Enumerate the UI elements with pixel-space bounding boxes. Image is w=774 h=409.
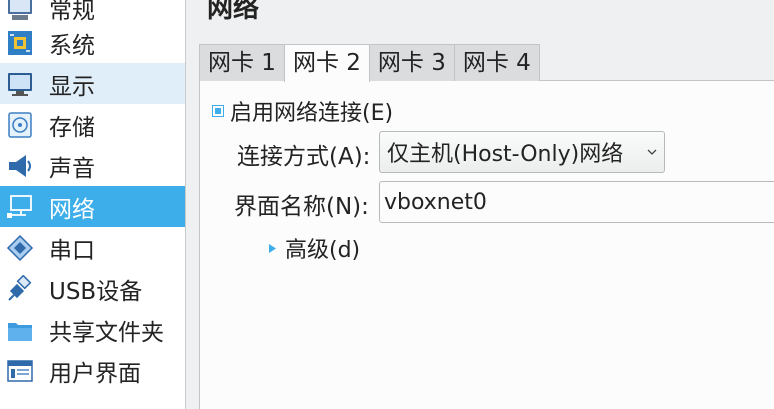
sidebar-item-label: USB设备 [49, 278, 143, 305]
system-chip-icon [5, 28, 35, 58]
attached-to-label: 连接方式(A): [237, 144, 371, 170]
sidebar-item-serial-port[interactable]: 串口 [0, 227, 185, 268]
sidebar-item-usb[interactable]: USB设备 [0, 268, 185, 309]
sidebar-item-label: 声音 [49, 155, 95, 182]
interface-name-field[interactable]: vboxnet0 [379, 181, 774, 223]
sidebar-item-label: 共享文件夹 [49, 319, 164, 346]
sidebar-item-label: 显示 [49, 73, 95, 100]
user-interface-icon [5, 356, 35, 386]
general-icon [5, 0, 35, 23]
sidebar-item-label: 存储 [49, 114, 95, 141]
sidebar-item-audio[interactable]: 声音 [0, 145, 185, 186]
network-settings-panel: 网络 网卡 1 网卡 2 网卡 3 网卡 4 启用网络连接(E) 连接方式(A)… [187, 0, 774, 409]
sidebar-item-label: 串口 [49, 237, 95, 264]
enable-network-adapter-label: 启用网络连接(E) [230, 101, 394, 126]
tab-adapter-1[interactable]: 网卡 1 [199, 44, 285, 81]
adapter-tabs: 网卡 1 网卡 2 网卡 3 网卡 4 [199, 44, 540, 82]
attached-to-select[interactable]: 仅主机(Host-Only)网络 [379, 131, 665, 173]
sidebar-item-label: 系统 [49, 32, 95, 59]
sidebar-item-network[interactable]: 网络 [0, 186, 185, 227]
attached-to-value: 仅主机(Host-Only)网络 [387, 142, 624, 167]
shared-folder-icon [5, 315, 35, 345]
usb-plug-icon [5, 274, 35, 304]
sidebar-item-shared-folders[interactable]: 共享文件夹 [0, 309, 185, 350]
sidebar-item-user-interface[interactable]: 用户界面 [0, 350, 185, 391]
sidebar-item-system[interactable]: 系统 [0, 22, 185, 63]
advanced-label: 高级(d) [285, 238, 361, 263]
checkbox-box[interactable] [212, 105, 224, 117]
chevron-down-icon [646, 144, 658, 160]
interface-name-value: vboxnet0 [384, 189, 487, 215]
sidebar-item-display[interactable]: 显示 [0, 63, 185, 104]
advanced-toggle[interactable]: 高级(d) [267, 232, 360, 264]
tab-adapter-3[interactable]: 网卡 3 [368, 44, 455, 81]
settings-sidebar: 常规 系统 显示 存储 声音 网络 串口 USB设备 共享文件夹 用户界面 [0, 0, 186, 409]
tab-adapter-2[interactable]: 网卡 2 [283, 44, 370, 82]
sidebar-item-label: 网络 [49, 196, 95, 223]
speaker-icon [5, 151, 35, 181]
sidebar-item-storage[interactable]: 存储 [0, 104, 185, 145]
network-icon [5, 192, 35, 222]
page-title: 网络 [207, 0, 260, 24]
expand-arrow-icon [267, 242, 277, 254]
display-monitor-icon [5, 69, 35, 99]
tab-adapter-4[interactable]: 网卡 4 [453, 44, 540, 81]
settings-window: 常规 系统 显示 存储 声音 网络 串口 USB设备 共享文件夹 用户界面 网络… [0, 0, 774, 409]
checkbox-check-mark [215, 108, 221, 114]
interface-name-label: 界面名称(N): [234, 194, 369, 220]
enable-network-adapter-checkbox[interactable]: 启用网络连接(E) [212, 95, 393, 127]
sidebar-item-label: 常规 [49, 0, 95, 24]
serial-port-icon [5, 233, 35, 263]
storage-disc-icon [5, 110, 35, 140]
sidebar-item-label: 用户界面 [49, 360, 141, 387]
